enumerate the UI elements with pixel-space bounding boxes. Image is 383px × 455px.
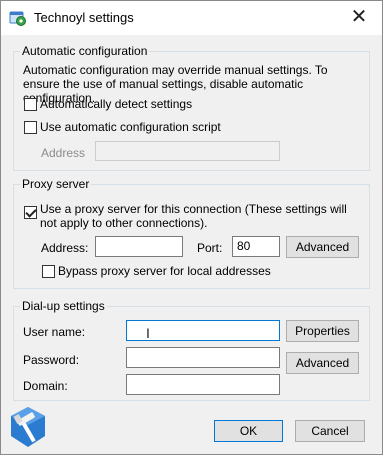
auto-detect-label[interactable]: Automatically detect settings [40,97,192,111]
window-title: Technoyl settings [34,10,134,25]
bypass-local-checkbox[interactable] [42,265,55,278]
properties-button[interactable]: Properties [286,320,359,342]
proxy-address-field[interactable] [95,236,183,257]
settings-window-icon [9,11,26,26]
ok-button[interactable]: OK [214,420,283,442]
cancel-button[interactable]: Cancel [295,420,365,442]
auto-config-script-label[interactable]: Use automatic configuration script [40,120,221,134]
technoyl-settings-dialog: Technoyl settings ✕ Automatic configurat… [0,0,383,455]
domain-field[interactable] [126,374,280,395]
username-label: User name: [23,325,86,339]
hammer-logo-icon [11,407,45,447]
group-label: Automatic configuration [20,44,150,58]
use-proxy-label[interactable]: Use a proxy server for this connection (… [40,202,365,230]
title-bar: Technoyl settings ✕ [1,1,382,35]
proxy-address-label: Address: [41,241,89,255]
proxy-port-field[interactable]: 80 [232,236,280,257]
domain-label: Domain: [23,379,68,393]
password-field[interactable] [126,347,280,368]
use-proxy-checkbox[interactable] [24,206,37,219]
auto-config-script-checkbox[interactable] [24,121,37,134]
proxy-port-label: Port: [197,241,223,255]
text-cursor-icon: I [146,325,150,341]
group-label: Proxy server [20,177,92,191]
proxy-advanced-button[interactable]: Advanced [286,236,359,258]
script-address-label: Address [41,146,86,160]
auto-detect-checkbox[interactable] [24,98,37,111]
group-label: Dial-up settings [20,299,107,313]
script-address-field[interactable] [95,141,280,161]
close-icon[interactable]: ✕ [336,1,382,35]
dialup-advanced-button[interactable]: Advanced [286,352,359,374]
password-label: Password: [23,353,80,367]
bypass-local-label[interactable]: Bypass proxy server for local addresses [58,264,271,278]
